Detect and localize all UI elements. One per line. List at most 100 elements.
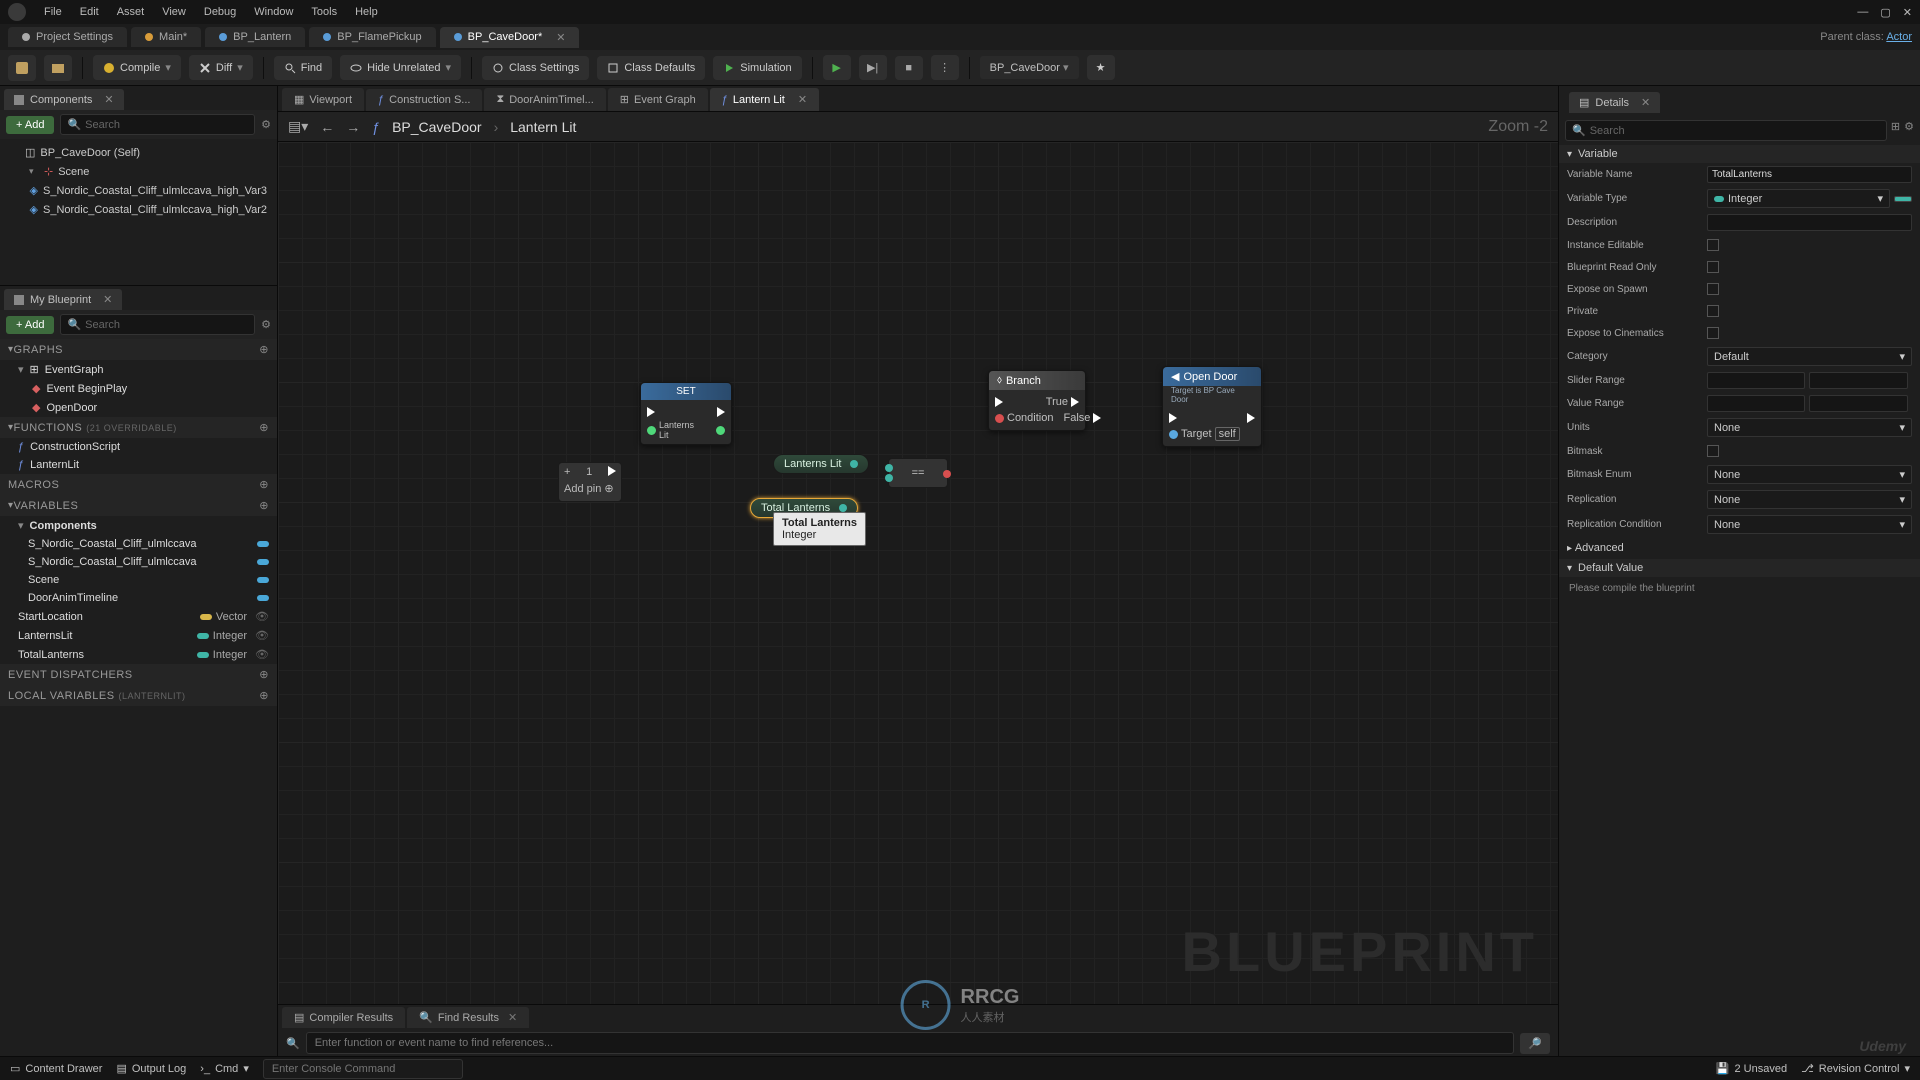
menu-asset[interactable]: Asset — [117, 6, 145, 18]
simulation-button[interactable]: Simulation — [713, 56, 801, 80]
debug-target-dropdown[interactable]: BP_CaveDoor ▾ — [980, 56, 1079, 79]
var-folder-components[interactable]: ▾Components — [0, 516, 277, 535]
value-in-pin[interactable] — [647, 426, 656, 435]
gear-icon[interactable]: ⚙ — [261, 118, 271, 131]
tab-lanternlit[interactable]: ƒLantern Lit✕ — [710, 88, 819, 111]
slider-min-input[interactable] — [1707, 372, 1805, 389]
tab-main[interactable]: Main* — [131, 27, 201, 47]
section-variable[interactable]: ▾ Variable — [1559, 145, 1920, 163]
category-dropdown[interactable]: Default▾ — [1707, 347, 1912, 366]
eye-icon[interactable]: 👁 — [255, 648, 269, 661]
expose-spawn-checkbox[interactable] — [1707, 283, 1719, 295]
var-startlocation[interactable]: StartLocationVector👁 — [0, 607, 277, 626]
variable-type-dropdown[interactable]: Integer▾ — [1707, 189, 1890, 208]
value-out-pin[interactable] — [839, 504, 847, 512]
node-sequence-fragment[interactable]: +1 Add pin⊕ — [558, 462, 622, 502]
component-mesh-var2[interactable]: ◈S_Nordic_Coastal_Cliff_ulmlccava_high_V… — [6, 200, 271, 219]
menu-help[interactable]: Help — [355, 6, 378, 18]
cinematics-checkbox[interactable] — [1707, 327, 1719, 339]
func-constructionscript[interactable]: ƒConstructionScript — [0, 438, 277, 456]
content-drawer-button[interactable]: ▭Content Drawer — [10, 1062, 102, 1075]
menu-file[interactable]: File — [44, 6, 62, 18]
crumb-root[interactable]: BP_CaveDoor — [392, 119, 482, 135]
input-a-pin[interactable] — [885, 464, 893, 472]
add-blueprint-button[interactable]: + Add — [6, 316, 54, 334]
components-search-input[interactable]: 🔍Search — [60, 114, 255, 135]
tab-bp-lantern[interactable]: BP_Lantern — [205, 27, 305, 47]
exec-out-pin[interactable] — [608, 466, 616, 476]
var-lanternslit[interactable]: LanternsLitInteger👁 — [0, 626, 277, 645]
input-b-pin[interactable] — [885, 474, 893, 482]
play-button[interactable]: ▶ — [823, 55, 851, 80]
replication-condition-dropdown[interactable]: None▾ — [1707, 515, 1912, 534]
func-lanternlit[interactable]: ƒLanternLit — [0, 456, 277, 474]
section-graphs[interactable]: ▾ GRAPHS⊕ — [0, 339, 277, 360]
eye-icon[interactable]: 👁 — [255, 629, 269, 642]
exec-out-pin[interactable] — [1247, 413, 1255, 423]
eject-button[interactable]: ⋮ — [931, 55, 959, 80]
details-search-input[interactable]: 🔍Search — [1565, 120, 1887, 141]
menu-debug[interactable]: Debug — [204, 6, 236, 18]
event-beginplay[interactable]: ◆Event BeginPlay — [0, 379, 277, 398]
parent-class-link[interactable]: Actor — [1886, 31, 1912, 43]
exec-false-pin[interactable] — [1093, 413, 1101, 423]
add-icon[interactable]: ⊕ — [259, 668, 269, 681]
value-out-pin[interactable] — [850, 460, 858, 468]
tab-dooranim[interactable]: ⧗DoorAnimTimel... — [484, 88, 605, 111]
hide-unrelated-button[interactable]: Hide Unrelated▾ — [340, 55, 461, 80]
menu-view[interactable]: View — [162, 6, 186, 18]
eye-icon[interactable]: 👁 — [255, 610, 269, 623]
tab-project-settings[interactable]: Project Settings — [8, 27, 127, 47]
value-max-input[interactable] — [1809, 395, 1907, 412]
close-icon[interactable]: ✕ — [103, 293, 112, 306]
condition-pin[interactable] — [995, 414, 1004, 423]
tab-construction[interactable]: ƒConstruction S... — [366, 89, 482, 111]
components-tab[interactable]: Components✕ — [4, 89, 124, 110]
var-dooranimtimeline[interactable]: DoorAnimTimeline — [0, 589, 277, 607]
component-root[interactable]: ◫BP_CaveDoor (Self) — [6, 143, 271, 162]
find-button[interactable]: Find — [274, 56, 332, 80]
gear-icon[interactable]: ⚙ — [261, 318, 271, 331]
close-icon[interactable]: ✕ — [798, 93, 807, 106]
myblueprint-search-input[interactable]: 🔍Search — [60, 314, 255, 335]
units-dropdown[interactable]: None▾ — [1707, 418, 1912, 437]
window-close-icon[interactable]: ✕ — [1903, 6, 1912, 19]
var-totallanterns[interactable]: TotalLanternsInteger👁 — [0, 645, 277, 664]
step-button[interactable]: ▶| — [859, 55, 887, 80]
section-dispatchers[interactable]: EVENT DISPATCHERS⊕ — [0, 664, 277, 685]
forward-button[interactable]: → — [346, 119, 360, 135]
result-pin[interactable] — [943, 470, 951, 478]
var-mesh1[interactable]: S_Nordic_Coastal_Cliff_ulmlccava — [0, 535, 277, 553]
node-branch[interactable]: ⬨Branch True ConditionFalse — [988, 370, 1086, 431]
class-defaults-button[interactable]: Class Defaults — [597, 56, 705, 80]
close-icon[interactable]: ✕ — [104, 93, 113, 106]
my-blueprint-tab[interactable]: My Blueprint✕ — [4, 289, 122, 310]
tab-bp-flamepickup[interactable]: BP_FlamePickup — [309, 27, 435, 47]
grid-icon[interactable]: ⊞ — [1891, 120, 1900, 141]
exec-true-pin[interactable] — [1071, 397, 1079, 407]
advanced-toggle[interactable]: ▸ Advanced — [1559, 537, 1920, 559]
gear-icon[interactable]: ⚙ — [1904, 120, 1914, 141]
console-input[interactable] — [263, 1059, 463, 1079]
crumb-leaf[interactable]: Lantern Lit — [510, 119, 576, 135]
details-tab[interactable]: ▤Details✕ — [1569, 92, 1660, 113]
node-set[interactable]: SET Lanterns Lit — [640, 382, 732, 445]
add-icon[interactable]: ⊕ — [259, 421, 269, 434]
graph-eventgraph[interactable]: ▾⊞EventGraph — [0, 360, 277, 379]
component-mesh-var3[interactable]: ◈S_Nordic_Coastal_Cliff_ulmlccava_high_V… — [6, 181, 271, 200]
find-input[interactable]: Enter function or event name to find ref… — [306, 1032, 1515, 1054]
add-pin-icon[interactable]: ⊕ — [604, 482, 613, 495]
window-minimize-icon[interactable]: — — [1857, 6, 1868, 19]
section-functions[interactable]: ▾ FUNCTIONS(21 OVERRIDABLE)⊕ — [0, 417, 277, 438]
browse-button[interactable] — [44, 55, 72, 81]
tab-viewport[interactable]: ▦Viewport — [282, 88, 364, 111]
event-opendoor[interactable]: ◆OpenDoor — [0, 398, 277, 417]
exec-in-pin[interactable] — [1169, 413, 1177, 423]
add-icon[interactable]: ⊕ — [259, 343, 269, 356]
window-restore-icon[interactable]: ▢ — [1880, 6, 1890, 19]
diff-button[interactable]: Diff▾ — [189, 55, 253, 80]
container-type-dropdown[interactable] — [1894, 196, 1912, 202]
value-out-pin[interactable] — [716, 426, 725, 435]
find-in-all-button[interactable]: 🔎 — [1520, 1033, 1550, 1054]
section-macros[interactable]: MACROS⊕ — [0, 474, 277, 495]
